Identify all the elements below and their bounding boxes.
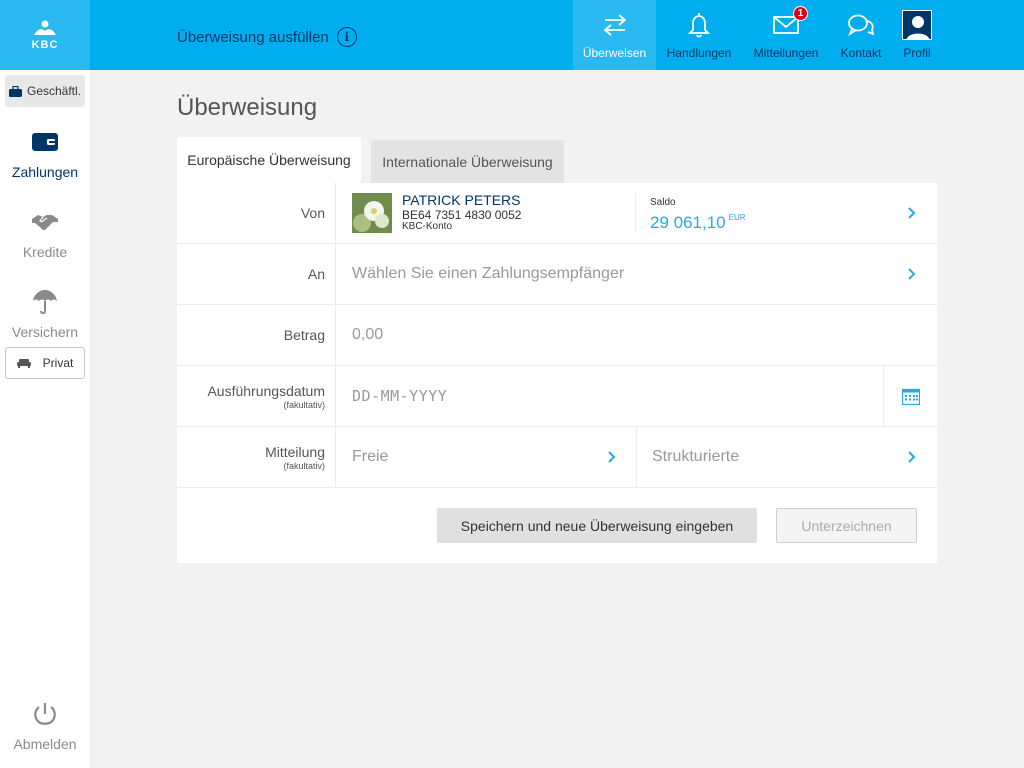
datum-label-text: Ausführungsdatum — [207, 382, 325, 399]
segment-business-label: Geschäftl. — [26, 84, 82, 98]
recipient-selector[interactable]: Wählen Sie einen Zahlungsempfänger — [352, 265, 624, 283]
top-bar: KBC Überweisung ausfüllen i Überweisen H… — [0, 0, 1024, 70]
saldo-label: Saldo — [650, 197, 676, 208]
wallet-icon — [32, 128, 58, 156]
caption-text: Überweisung ausfüllen — [177, 28, 329, 46]
saldo-divider — [635, 193, 636, 233]
mitteilung-label: Mitteilung (fakultativ) — [177, 427, 336, 487]
nav-label: Mitteilungen — [753, 46, 819, 60]
nav-ueberweisen[interactable]: Überweisen — [573, 0, 656, 70]
calendar-icon — [901, 388, 920, 405]
power-icon — [32, 700, 58, 728]
an-label: An — [177, 244, 336, 304]
sidebar-item-versichern[interactable]: Versichern — [0, 288, 90, 340]
mitteilung-optional-hint: (fakultativ) — [283, 460, 325, 471]
sidebar-item-label: Versichern — [11, 324, 79, 340]
chevron-right-icon — [607, 450, 616, 464]
betrag-label-text: Betrag — [283, 327, 325, 343]
segment-private-label: Privat — [42, 356, 74, 370]
info-icon[interactable]: i — [336, 27, 357, 47]
amount-input[interactable]: 0,00 — [352, 326, 383, 344]
mitteilung-label-text: Mitteilung — [265, 443, 325, 460]
sidebar: Geschäftl. Zahlungen Kredite Versichern … — [0, 70, 90, 768]
logo-text: KBC — [31, 38, 59, 51]
tab-internationale-ueberweisung[interactable]: Internationale Überweisung — [371, 140, 564, 183]
sidebar-item-zahlungen[interactable]: Zahlungen — [0, 128, 90, 180]
calendar-button[interactable] — [883, 366, 937, 426]
kbc-mark-icon — [34, 20, 56, 35]
briefcase-icon — [8, 85, 22, 97]
account-type: KBC-Konto — [402, 221, 453, 232]
profile-avatar-icon — [902, 10, 932, 40]
logout-label: Abmelden — [13, 736, 77, 752]
transfer-form: Von PATRICK PETERS BE64 7351 4830 0052 K… — [177, 183, 937, 563]
row-betrag: Betrag 0,00 — [177, 305, 937, 366]
date-input[interactable]: DD-MM-YYYY — [352, 387, 447, 405]
account-iban: BE64 7351 4830 0052 — [402, 208, 522, 222]
nav-handlungen[interactable]: Handlungen — [660, 0, 738, 70]
umbrella-icon — [32, 288, 58, 316]
an-label-text: An — [307, 266, 325, 282]
chevron-right-icon — [907, 450, 916, 464]
account-photo — [352, 193, 392, 233]
row-an[interactable]: An Wählen Sie einen Zahlungsempfänger — [177, 244, 937, 305]
notification-badge: 1 — [793, 6, 808, 21]
chevron-right-icon — [907, 267, 916, 281]
datum-optional-hint: (fakultativ) — [283, 399, 325, 410]
row-von[interactable]: Von PATRICK PETERS BE64 7351 4830 0052 K… — [177, 183, 937, 244]
handshake-icon — [31, 208, 59, 236]
sidebar-item-label: Kredite — [22, 244, 68, 260]
von-label: Von — [177, 183, 336, 243]
free-message-option[interactable]: Freie — [352, 448, 388, 466]
row-ausfuehrungsdatum: Ausführungsdatum (fakultativ) DD-MM-YYYY — [177, 366, 937, 427]
tab-label: Europäische Überweisung — [187, 152, 351, 168]
tab-europaeische-ueberweisung[interactable]: Europäische Überweisung — [177, 137, 361, 183]
logout-button[interactable]: Abmelden — [0, 700, 90, 752]
nav-label: Kontakt — [840, 46, 882, 60]
segment-private-button[interactable]: Privat — [5, 347, 85, 379]
envelope-icon: 1 — [772, 6, 808, 40]
betrag-label: Betrag — [177, 305, 336, 365]
save-and-new-button[interactable]: Speichern und neue Überweisung eingeben — [437, 508, 757, 543]
chat-bubbles-icon — [847, 10, 875, 40]
nav-kontakt[interactable]: Kontakt — [834, 0, 888, 70]
segment-business-button[interactable]: Geschäftl. — [5, 75, 85, 107]
sign-button[interactable]: Unterzeichnen — [776, 508, 917, 543]
row-mitteilung: Mitteilung (fakultativ) Freie Strukturie… — [177, 427, 937, 488]
saldo-amount: 29 061,10 — [650, 213, 726, 232]
bell-icon — [687, 10, 711, 40]
account-holder-name: PATRICK PETERS — [402, 192, 521, 208]
transfer-arrows-icon — [601, 10, 629, 40]
von-label-text: Von — [300, 205, 325, 221]
chevron-right-icon — [907, 206, 916, 220]
page-title: Überweisung — [177, 94, 318, 121]
nav-label: Handlungen — [666, 46, 732, 60]
nav-mitteilungen[interactable]: 1 Mitteilungen — [746, 0, 826, 70]
sofa-icon — [16, 358, 31, 368]
nav-label: Profil — [903, 46, 931, 60]
structured-message-option[interactable]: Strukturierte — [652, 448, 739, 466]
nav-profil[interactable]: Profil — [896, 0, 938, 70]
mitteilung-divider — [636, 427, 637, 487]
tab-label: Internationale Überweisung — [382, 153, 553, 170]
sidebar-item-kredite[interactable]: Kredite — [0, 208, 90, 260]
kbc-logo[interactable]: KBC — [0, 0, 90, 70]
sidebar-item-label: Zahlungen — [11, 164, 79, 180]
datum-label: Ausführungsdatum (fakultativ) — [177, 366, 336, 426]
saldo-value: 29 061,10 EUR — [650, 213, 746, 233]
page-caption: Überweisung ausfüllen i — [177, 27, 357, 47]
nav-label: Überweisen — [582, 46, 647, 60]
saldo-currency: EUR — [728, 213, 746, 222]
